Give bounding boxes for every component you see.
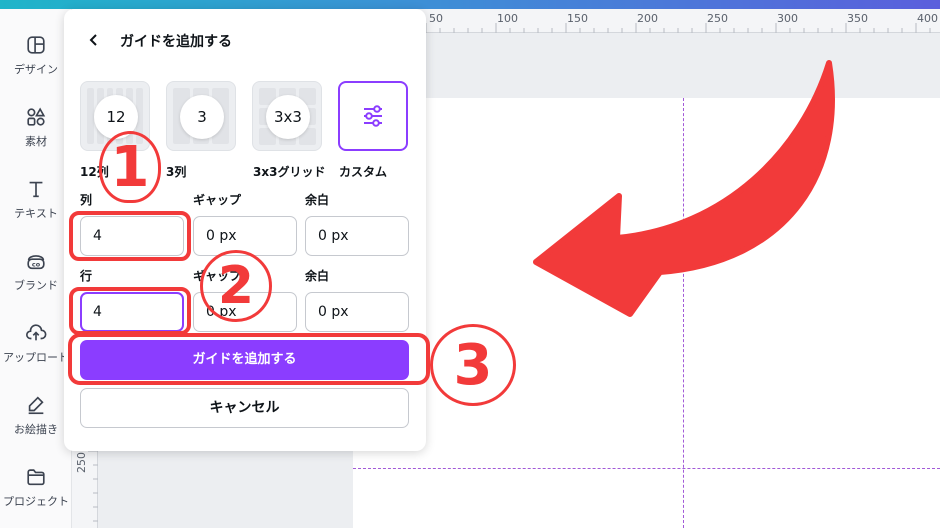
preset-3-columns[interactable]: 3	[166, 81, 236, 151]
annotation-highlight-columns	[69, 211, 191, 261]
sidebar-item-brand[interactable]: co ブランド	[0, 250, 72, 293]
annotation-step-1: 1	[99, 131, 161, 203]
text-icon	[29, 181, 43, 198]
columns-gap-input[interactable]: 0 px	[193, 216, 297, 256]
sidebar-item-elements[interactable]: 素材	[0, 106, 72, 149]
ruler-tick-label: 300	[777, 12, 798, 25]
sidebar-item-label: アップロード	[3, 351, 69, 364]
sliders-icon	[364, 105, 382, 127]
panel-header: ガイドを追加する	[64, 9, 426, 71]
top-gradient-bar	[0, 0, 940, 9]
sidebar-item-label: ブランド	[14, 279, 58, 292]
brand-icon: co	[27, 255, 45, 270]
preset-custom[interactable]	[338, 81, 408, 151]
columns-margin-input[interactable]: 0 px	[305, 216, 409, 256]
ruler-tick-label: 100	[497, 12, 518, 25]
ruler-tick-label: 50	[429, 12, 443, 25]
svg-text:co: co	[32, 261, 41, 269]
columns-gap-label: ギャップ	[193, 193, 242, 207]
sidebar-item-label: デザイン	[14, 63, 58, 76]
preset-value: 3x3	[266, 95, 310, 139]
annotation-highlight-rows	[69, 287, 191, 335]
draw-icon	[28, 396, 44, 415]
design-canvas[interactable]	[353, 98, 940, 528]
rows-margin-input[interactable]: 0 px	[305, 292, 409, 332]
annotation-step-2: 2	[200, 250, 272, 322]
rows-label: 行	[80, 269, 93, 283]
cancel-button[interactable]: キャンセル	[80, 388, 409, 428]
sidebar-item-draw[interactable]: お絵描き	[0, 394, 72, 437]
sidebar-item-label: プロジェクト	[3, 495, 69, 508]
sidebar-item-projects[interactable]: プロジェクト	[0, 466, 72, 509]
elements-icon	[27, 107, 46, 126]
sidebar-item-label: テキスト	[14, 207, 58, 220]
sidebar-item-design[interactable]: デザイン	[0, 34, 72, 77]
ruler-tick-label: 250	[707, 12, 728, 25]
preset-label: カスタム	[339, 165, 388, 179]
sidebar-item-label: お絵描き	[14, 423, 58, 436]
preset-3x3-grid[interactable]: 3x3	[252, 81, 322, 151]
ruler-tick-label: 400	[917, 12, 938, 25]
sidebar-item-text[interactable]: テキスト	[0, 178, 72, 221]
rows-margin-label: 余白	[305, 269, 330, 283]
cloud-upload-icon	[26, 324, 47, 341]
columns-margin-label: 余白	[305, 193, 330, 207]
sidebar-item-label: 素材	[25, 135, 47, 148]
annotation-step-3: 3	[430, 324, 516, 406]
ruler-tick-label: 150	[567, 12, 588, 25]
chevron-left-icon[interactable]	[84, 29, 104, 51]
folder-icon	[27, 469, 45, 486]
ruler-tick-label: 200	[637, 12, 658, 25]
preset-label: 3列	[166, 165, 187, 179]
left-sidebar: デザイン 素材 テキスト co ブランド アップロード お絵描き プロジェクト	[0, 9, 72, 528]
layout-icon	[27, 36, 45, 54]
vertical-guide-line	[683, 98, 684, 528]
preset-value: 3	[180, 95, 224, 139]
horizontal-guide-line	[353, 468, 940, 469]
sidebar-item-uploads[interactable]: アップロード	[0, 322, 72, 365]
ruler-tick-label: 250	[75, 452, 88, 473]
ruler-tick-label: 350	[847, 12, 868, 25]
annotation-highlight-add-button	[68, 333, 430, 385]
preset-label: 3x3グリッド	[253, 165, 326, 179]
columns-label: 列	[80, 193, 93, 207]
panel-title: ガイドを追加する	[120, 34, 232, 50]
